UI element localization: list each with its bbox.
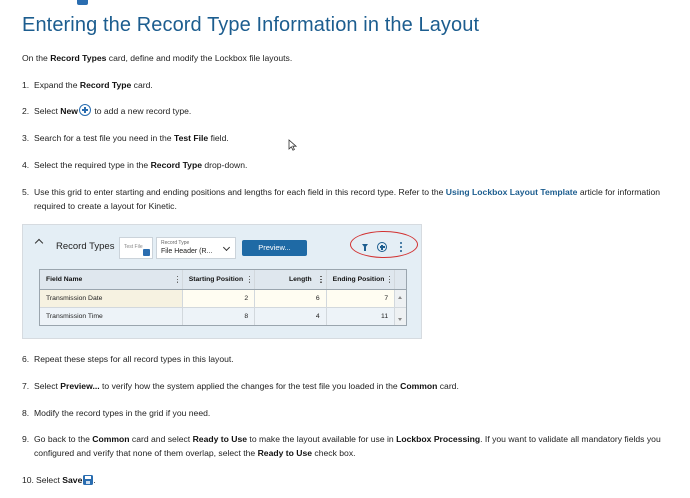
scrollbar[interactable] — [394, 290, 406, 307]
column-header[interactable]: Ending Position — [327, 270, 394, 289]
file-search-icon[interactable] — [143, 249, 150, 256]
preview-button[interactable]: Preview... — [242, 240, 307, 256]
step-1: 1. Expand the Record Type card. — [22, 80, 153, 90]
column-header[interactable]: Starting Position — [183, 270, 256, 289]
record-type-dropdown[interactable]: Record Type File Header (R... — [156, 237, 236, 259]
table-cell[interactable]: Transmission Date — [40, 290, 183, 307]
table-cell[interactable]: 2 — [182, 290, 256, 307]
chevron-up-icon[interactable] — [34, 238, 44, 248]
column-menu-icon[interactable] — [320, 276, 322, 283]
step-4: 4. Select the required type in the Record… — [22, 160, 248, 170]
grid-header-row: Field Name Starting Position Length Endi… — [40, 270, 406, 290]
step-8: 8. Modify the record types in the grid if… — [22, 408, 211, 418]
add-new-icon — [78, 104, 91, 116]
table-cell[interactable]: 7 — [326, 290, 395, 307]
save-icon — [83, 475, 94, 485]
save-icon-cropped — [77, 0, 88, 5]
step-6: 6. Repeat these steps for all record type… — [22, 354, 234, 364]
column-header[interactable]: Length — [255, 270, 327, 289]
scrollbar-header — [394, 270, 406, 289]
test-file-field[interactable]: Test File — [119, 237, 153, 259]
step-10: 10. Select Save. — [22, 475, 96, 485]
mouse-cursor-icon — [288, 139, 297, 151]
column-menu-icon[interactable] — [248, 276, 251, 283]
scrollbar[interactable] — [394, 308, 406, 325]
card-title: Record Types — [56, 241, 115, 252]
table-cell[interactable]: Transmission Time — [40, 308, 183, 325]
column-menu-icon[interactable] — [388, 276, 391, 283]
table-cell[interactable]: 4 — [255, 308, 327, 325]
step-7: 7. Select Preview... to verify how the sy… — [22, 381, 459, 391]
intro-paragraph: On the Record Types card, define and mod… — [22, 53, 293, 63]
chevron-down-icon — [222, 243, 231, 252]
table-cell[interactable]: 11 — [327, 308, 394, 325]
record-type-grid: Field Name Starting Position Length Endi… — [39, 269, 407, 326]
column-header[interactable]: Field Name — [40, 270, 183, 289]
record-type-label: Record Type — [161, 240, 190, 246]
template-article-link[interactable]: Using Lockbox Layout Template — [446, 187, 578, 197]
page-title: Entering the Record Type Information in … — [22, 14, 480, 36]
table-cell[interactable]: 8 — [183, 308, 256, 325]
table-cell[interactable]: 6 — [255, 290, 327, 307]
record-types-screenshot: Record Types Test File Record Type File … — [22, 224, 422, 339]
step-9: 9. Go back to the Common card and select … — [22, 434, 661, 458]
step-2: 2. Select New to add a new record type. — [22, 104, 192, 116]
step-3: 3. Search for a test file you need in the… — [22, 133, 229, 143]
test-file-label: Test File — [124, 244, 143, 250]
record-type-value: File Header (R... — [161, 248, 213, 255]
highlight-circle — [350, 231, 418, 258]
scroll-down-icon[interactable] — [398, 318, 403, 321]
record-types-card-header: Record Types Test File Record Type File … — [23, 225, 421, 263]
table-row[interactable]: Transmission Time 8 4 11 — [40, 308, 406, 325]
column-menu-icon[interactable] — [176, 276, 178, 283]
table-row[interactable]: Transmission Date 2 6 7 — [40, 290, 406, 308]
step-5: 5. Use this grid to enter starting and en… — [22, 187, 661, 211]
scroll-up-icon[interactable] — [398, 296, 403, 299]
